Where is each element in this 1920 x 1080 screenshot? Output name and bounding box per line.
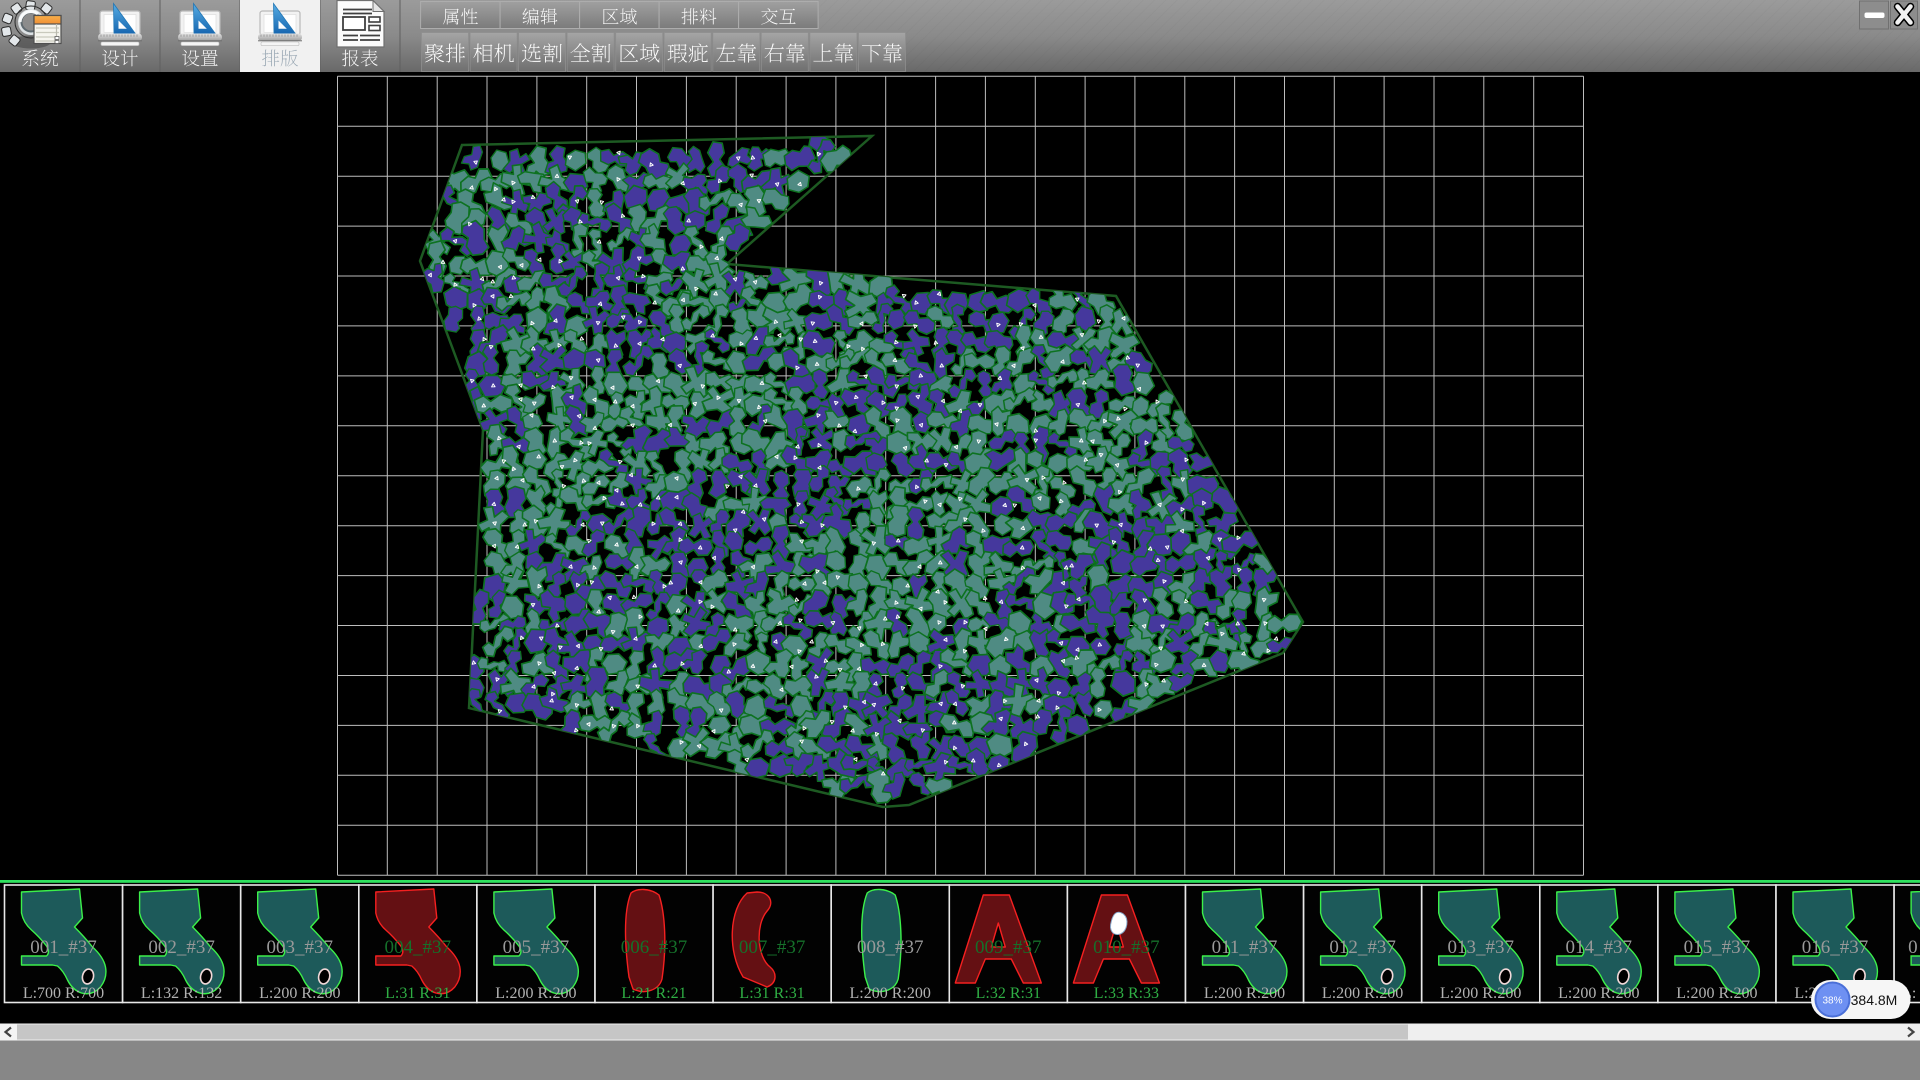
svg-text:L:200 R:200: L:200 R:200 xyxy=(1676,985,1757,1002)
svg-text:002_#37: 002_#37 xyxy=(148,937,215,958)
svg-text:008_#37: 008_#37 xyxy=(857,937,924,958)
svg-text:L:32 R:31: L:32 R:31 xyxy=(976,985,1041,1002)
svg-text:014_#37: 014_#37 xyxy=(1566,937,1633,958)
svg-text:004_#37: 004_#37 xyxy=(385,937,452,958)
svg-text:L:132 R:132: L:132 R:132 xyxy=(141,985,222,1002)
svg-text:012_#37: 012_#37 xyxy=(1329,937,1396,958)
svg-text:L:33 R:33: L:33 R:33 xyxy=(1094,985,1159,1002)
svg-text:L:21 R:21: L:21 R:21 xyxy=(621,985,686,1002)
svg-text:L:200 R:200: L:200 R:200 xyxy=(1440,985,1521,1002)
svg-text:L:200 R:200: L:200 R:200 xyxy=(1322,985,1403,1002)
svg-text:003_#37: 003_#37 xyxy=(267,937,334,958)
svg-text:L:31 R:31: L:31 R:31 xyxy=(739,985,804,1002)
svg-text:005_#37: 005_#37 xyxy=(503,937,570,958)
svg-text:L:200 R:200: L:200 R:200 xyxy=(850,985,931,1002)
svg-text:384.8M: 384.8M xyxy=(1851,992,1898,1008)
svg-text:L:700 R:700: L:700 R:700 xyxy=(23,985,104,1002)
svg-text:013_#37: 013_#37 xyxy=(1447,937,1514,958)
svg-text:015_#37: 015_#37 xyxy=(1684,937,1751,958)
svg-text:L:200 R:200: L:200 R:200 xyxy=(1204,985,1285,1002)
svg-text:38%: 38% xyxy=(1822,996,1842,1007)
svg-text:006_#37: 006_#37 xyxy=(621,937,688,958)
svg-text:0: 0 xyxy=(1908,937,1918,958)
svg-text:L:200 R:200: L:200 R:200 xyxy=(259,985,340,1002)
svg-text:001_#37: 001_#37 xyxy=(30,937,97,958)
svg-text:009_#37: 009_#37 xyxy=(975,937,1042,958)
svg-text:007_#37: 007_#37 xyxy=(739,937,806,958)
svg-text:011_#37: 011_#37 xyxy=(1212,937,1278,958)
svg-text:010_#37: 010_#37 xyxy=(1093,937,1160,958)
svg-text:016_#37: 016_#37 xyxy=(1802,937,1869,958)
svg-text:L:31 R:31: L:31 R:31 xyxy=(385,985,450,1002)
svg-text:L:200 R:200: L:200 R:200 xyxy=(1558,985,1639,1002)
svg-text:L:200 R:200: L:200 R:200 xyxy=(495,985,576,1002)
